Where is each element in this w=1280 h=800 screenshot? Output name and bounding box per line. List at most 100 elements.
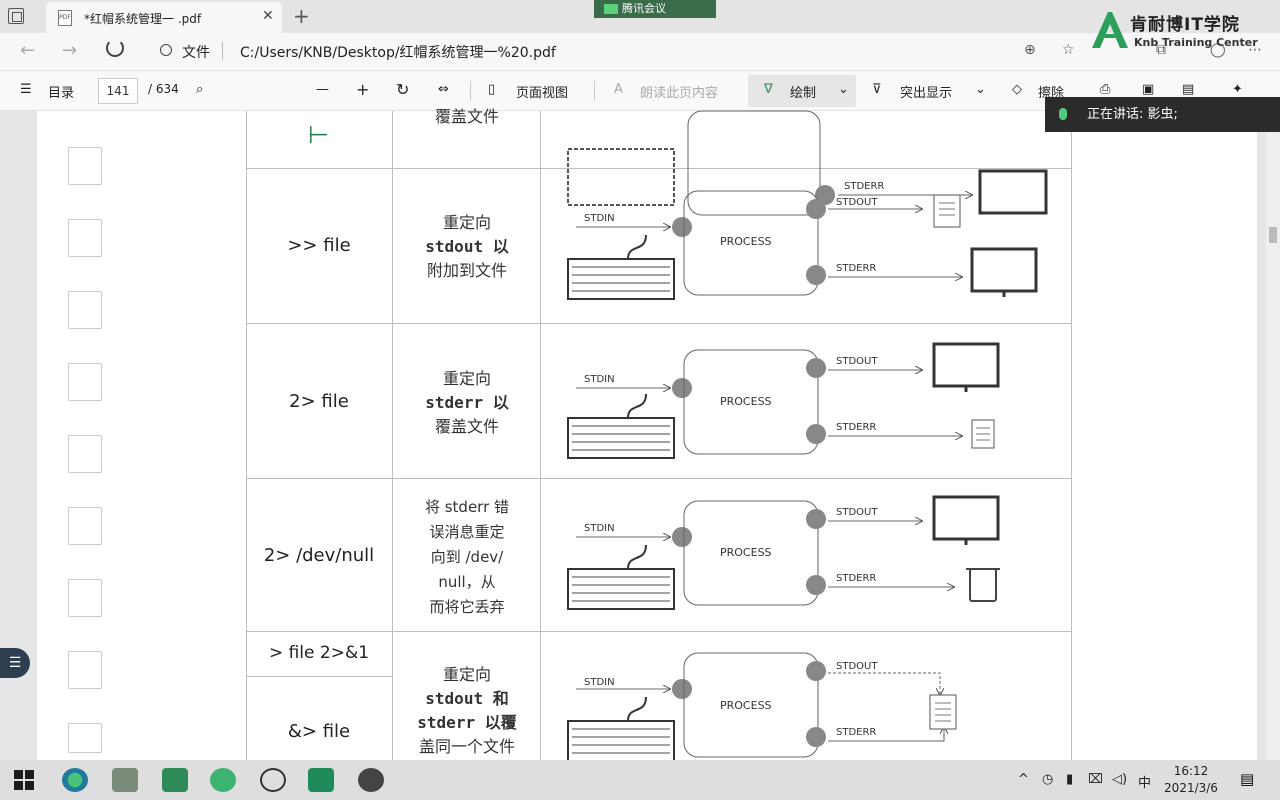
file-explorer-icon[interactable] [112,768,138,792]
screen: PDF *红帽系统管理一 .pdf ✕ + 腾讯会议 ← → 文件 C:/Use… [0,0,1280,800]
speaking-text: 正在讲话: 影虫; [1087,107,1178,122]
page-thumbnail[interactable] [68,291,102,329]
notifications-icon[interactable]: ▤ [1240,770,1254,788]
fd2-icon [806,575,826,595]
divider [222,42,223,60]
desc-line: 误消息重定 [429,523,505,541]
desc-line: stdout 以 [425,237,509,256]
annotation-mark: ⊢ [308,121,329,149]
back-icon[interactable]: ← [20,40,35,61]
save-icon[interactable]: ▣ [1142,82,1154,97]
page-view-icon: ▯ [488,82,496,97]
rotate-icon[interactable]: ↻ [396,80,409,99]
chat-app-icon[interactable] [358,768,384,792]
volume-icon[interactable]: ◁) [1112,772,1127,787]
speaking-indicator: 正在讲话: 影虫; [1045,97,1280,132]
chevron-up-icon[interactable]: ^ [1018,772,1029,787]
microphone-tray-icon[interactable]: ▮ [1066,772,1073,787]
list-icon: ☰ [8,655,22,671]
page-number-input[interactable]: 141 [98,78,138,104]
camera-app-icon[interactable] [260,768,286,792]
side-panel-toggle[interactable]: ☰ [0,648,30,678]
zoom-in-icon[interactable]: + [356,80,369,99]
scrollbar-thumb[interactable] [1269,227,1277,243]
row-command: &> file [287,721,351,742]
window-menu-icon[interactable] [8,8,24,24]
desc-line: null，从 [438,573,496,591]
stderr-label: STDERR [836,422,876,433]
page-thumbnail[interactable] [68,219,102,257]
row-command: 2> file [289,391,349,412]
edge-browser-icon[interactable] [62,768,88,792]
tab-pdf[interactable]: PDF *红帽系统管理一 .pdf ✕ [46,2,282,33]
toc-icon[interactable]: ☰ [20,82,32,97]
brand-logo-icon [1092,12,1128,48]
stdout-label: STDOUT [836,356,878,367]
stderr-label: STDERR [836,263,876,274]
monitor-icon [932,495,1000,545]
table-border [246,676,392,677]
page-thumbnail[interactable] [68,147,102,185]
desc-line: 重定向 [442,213,491,232]
pin-icon[interactable]: ✦ [1232,82,1243,97]
page-thumbnail[interactable] [68,435,102,473]
stdout-label: STDOUT [836,661,878,672]
tab-title: *红帽系统管理一 .pdf [84,12,202,26]
stdin-label: STDIN [584,523,615,534]
ime-indicator[interactable]: 中 [1138,772,1151,791]
search-icon[interactable]: ⌕ [196,82,203,97]
clock-date: 2021/3/6 [1164,781,1218,795]
process-label: PROCESS [720,235,772,248]
network-icon[interactable]: ⌧ [1088,772,1103,787]
print-icon[interactable]: ⎙ [1100,82,1110,97]
vertical-scrollbar[interactable] [1266,111,1280,760]
desc-line: 覆盖文件 [434,417,499,436]
page-thumbnail[interactable] [68,651,102,689]
close-icon[interactable]: ✕ [262,8,274,24]
stdin-label: STDIN [584,213,615,224]
file-label: 文件 [182,45,210,61]
desc-line: stderr 以覆 [417,713,517,732]
keyboard-icon [567,568,675,610]
redirection-table: ⊢ 覆盖文件 >> file 重定向 stdout 以 附加到文件 2> fil… [246,107,1072,762]
table-border [392,111,393,760]
favorite-icon[interactable]: ☆ [1062,42,1075,58]
zoom-out-icon[interactable]: — [316,82,329,97]
stderr-label: STDERR [836,727,876,738]
file-icon [929,694,957,730]
system-clock[interactable]: 16:12 2021/3/6 [1160,763,1222,797]
process-label: PROCESS [720,395,772,408]
page-thumbnail[interactable] [68,723,102,753]
page-thumbnail[interactable] [68,363,102,401]
clock-tray-icon[interactable]: ◷ [1042,772,1053,787]
stdout-label: STDOUT [836,197,878,208]
pdf-viewer: ⊢ 覆盖文件 >> file 重定向 stdout 以 附加到文件 2> fil… [0,107,1280,762]
new-tab-button[interactable]: + [293,4,310,28]
taskbar: ^ ◷ ▮ ⌧ ◁) 中 16:12 2021/3/6 ▤ [0,760,1280,800]
fd1-icon [806,358,826,378]
toc-button[interactable]: 目录 [48,82,74,101]
chart-app-icon[interactable] [308,768,334,792]
meeting-badge[interactable]: 腾讯会议 [594,0,716,18]
clock-time: 16:12 [1173,764,1209,778]
desc-line: 重定向 [442,665,491,684]
remote-app-icon[interactable] [162,768,188,792]
fit-width-icon[interactable]: ⇔ [438,82,449,97]
forward-icon[interactable]: → [62,40,77,61]
fd0-icon [672,217,692,237]
fd1-icon [806,661,826,681]
fd2-icon [806,727,826,747]
zoom-icon[interactable]: ⊕ [1024,42,1036,58]
page-thumbnail[interactable] [68,579,102,617]
url-text[interactable]: C:/Users/KNB/Desktop/红帽系统管理一%20.pdf [240,42,556,62]
notes-app-icon[interactable] [210,768,236,792]
trash-icon [966,568,1000,602]
page-thumbnail[interactable] [68,507,102,545]
save-as-icon[interactable]: ▤ [1182,82,1194,97]
refresh-icon[interactable] [106,39,124,57]
windows-start-icon[interactable] [14,770,34,790]
keyboard-icon [567,258,675,300]
desc-line: stdout 和 [425,689,509,708]
stdin-label: STDIN [584,374,615,385]
page-total: / 634 [148,82,179,96]
